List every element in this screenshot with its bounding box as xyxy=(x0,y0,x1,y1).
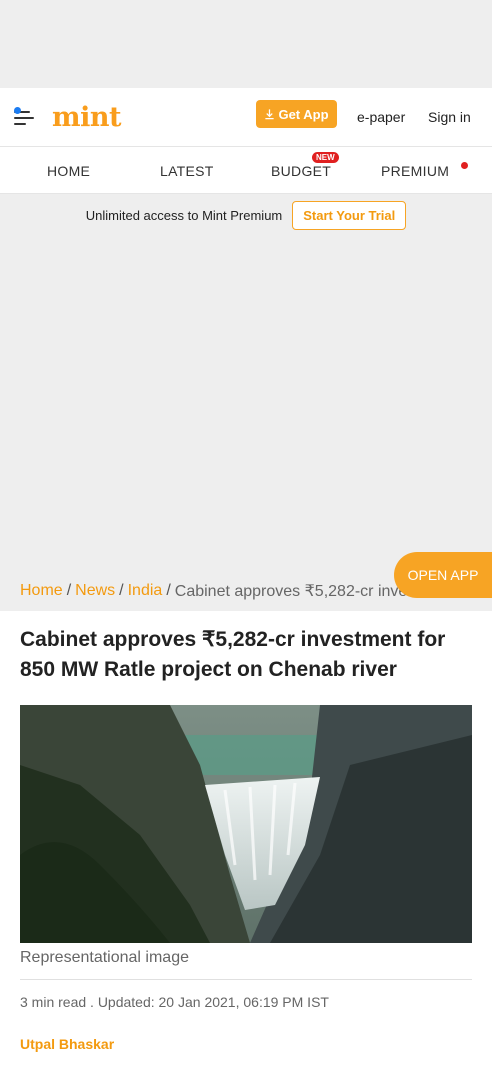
nav-item-home[interactable]: HOME xyxy=(47,163,90,179)
nav-item-premium[interactable]: PREMIUM xyxy=(381,163,449,179)
site-header: mint Get App e-paper Sign in xyxy=(0,88,492,146)
signin-link[interactable]: Sign in xyxy=(428,109,471,125)
breadcrumb-india[interactable]: India xyxy=(128,582,163,600)
hamburger-menu-icon[interactable] xyxy=(14,107,38,127)
breadcrumb-separator: / xyxy=(66,582,72,599)
article-author[interactable]: Utpal Bhaskar xyxy=(20,1036,472,1052)
premium-notification-dot xyxy=(461,162,468,169)
top-ad-slot xyxy=(0,0,492,88)
nav-item-latest[interactable]: LATEST xyxy=(160,163,214,179)
download-icon xyxy=(265,109,275,120)
new-badge: NEW xyxy=(312,152,339,163)
article-meta: 3 min read . Updated: 20 Jan 2021, 06:19… xyxy=(20,994,329,1010)
ad-slot: OPEN APP xyxy=(0,236,492,598)
get-app-label: Get App xyxy=(278,106,329,122)
open-app-button[interactable]: OPEN APP xyxy=(394,552,492,598)
premium-promo-text: Unlimited access to Mint Premium xyxy=(85,207,283,223)
breadcrumb-news[interactable]: News xyxy=(75,582,115,600)
site-logo[interactable]: mint xyxy=(52,102,121,133)
breadcrumb-separator: / xyxy=(119,582,124,599)
nav-item-budget[interactable]: BUDGET xyxy=(271,163,331,179)
epaper-link[interactable]: e-paper xyxy=(357,109,405,125)
get-app-button[interactable]: Get App xyxy=(256,100,337,128)
image-caption: Representational image xyxy=(20,949,472,980)
article-headline: Cabinet approves ₹5,282-cr investment fo… xyxy=(20,628,446,681)
breadcrumb-separator: / xyxy=(166,582,171,599)
premium-promo-bar: Unlimited access to Mint Premium Start Y… xyxy=(0,194,492,236)
main-nav: HOME LATEST BUDGET NEW PREMIUM xyxy=(0,146,492,194)
start-trial-button[interactable]: Start Your Trial xyxy=(292,200,407,230)
breadcrumb-home[interactable]: Home xyxy=(20,582,63,600)
article: Cabinet approves ₹5,282-cr investment fo… xyxy=(0,611,492,1052)
waterfall-dam-image xyxy=(20,705,472,943)
article-hero-image[interactable] xyxy=(20,705,472,943)
